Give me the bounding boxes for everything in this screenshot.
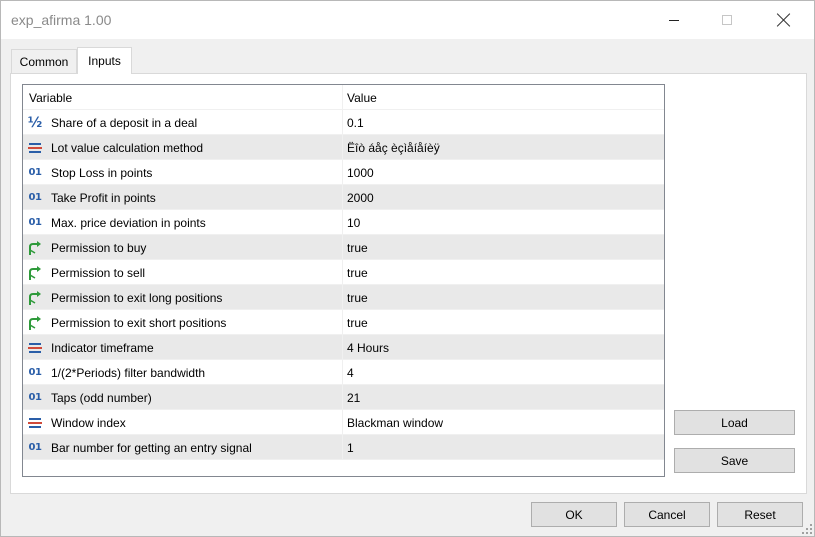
save-button[interactable]: Save	[674, 448, 795, 473]
variable-label: Max. price deviation in points	[51, 215, 206, 230]
load-button[interactable]: Load	[674, 410, 795, 435]
table-row[interactable]: Permission to sell true	[23, 260, 664, 285]
ok-button[interactable]: OK	[531, 502, 617, 527]
variable-cell[interactable]: Permission to exit short positions	[23, 310, 343, 335]
value-cell[interactable]: 4 Hours	[343, 335, 664, 360]
value-cell[interactable]: 2000	[343, 185, 664, 210]
value-cell[interactable]: 1	[343, 435, 664, 460]
value-cell[interactable]: 21	[343, 385, 664, 410]
variable-label: Bar number for getting an entry signal	[51, 440, 252, 455]
variable-cell[interactable]: Lot value calculation method	[23, 135, 343, 160]
table-row[interactable]: Permission to buy true	[23, 235, 664, 260]
inputs-grid: Variable Value ½ Share of a deposit in a …	[22, 84, 665, 477]
table-row[interactable]: Permission to exit long positions true	[23, 285, 664, 310]
integer-icon: 01	[27, 215, 43, 231]
variable-label: Indicator timeframe	[51, 340, 154, 355]
integer-glyph: 01	[28, 392, 42, 403]
variable-cell[interactable]: 01 Stop Loss in points	[23, 160, 343, 185]
table-row[interactable]: 01 1/(2*Periods) filter bandwidth 4	[23, 360, 664, 385]
variable-cell[interactable]: Permission to exit long positions	[23, 285, 343, 310]
value-cell[interactable]: 10	[343, 210, 664, 235]
value-cell[interactable]: Ëîò áåç èçìåíåíèÿ	[343, 135, 664, 160]
tab-common[interactable]: Common	[11, 49, 77, 73]
variable-cell[interactable]: 01 1/(2*Periods) filter bandwidth	[23, 360, 343, 385]
tab-inputs[interactable]: Inputs	[77, 47, 132, 74]
variable-label: Permission to buy	[51, 240, 147, 255]
table-row[interactable]: Lot value calculation method Ëîò áåç èçìå…	[23, 135, 664, 160]
minimize-icon	[669, 19, 679, 21]
variable-cell[interactable]: Window index	[23, 410, 343, 435]
table-row[interactable]: 01 Bar number for getting an entry signal…	[23, 435, 664, 460]
variable-cell[interactable]: 01 Bar number for getting an entry signal	[23, 435, 343, 460]
table-row[interactable]: ½ Share of a deposit in a deal 0.1	[23, 110, 664, 135]
variable-cell[interactable]: Permission to sell	[23, 260, 343, 285]
variable-label: Permission to sell	[51, 265, 146, 280]
table-row[interactable]: Window index Blackman window	[23, 410, 664, 435]
value-cell[interactable]: 4	[343, 360, 664, 385]
table-row[interactable]: Indicator timeframe 4 Hours	[23, 335, 664, 360]
variable-label: Lot value calculation method	[51, 140, 204, 155]
title-bar[interactable]: exp_afirma 1.00	[1, 1, 814, 39]
resize-grip-icon[interactable]	[802, 524, 812, 534]
variable-label: Permission to exit short positions	[51, 315, 227, 330]
value-cell[interactable]: true	[343, 235, 664, 260]
integer-icon: 01	[27, 390, 43, 406]
window-title: exp_afirma 1.00	[11, 12, 112, 28]
enum-list-icon	[27, 340, 43, 356]
variable-label: Share of a deposit in a deal	[51, 115, 198, 130]
cancel-button[interactable]: Cancel	[624, 502, 710, 527]
table-row[interactable]: Permission to exit short positions true	[23, 310, 664, 335]
variable-label: 1/(2*Periods) filter bandwidth	[51, 365, 206, 380]
boolean-arrow-icon	[27, 240, 43, 256]
value-cell[interactable]: 0.1	[343, 110, 664, 135]
minimize-button[interactable]	[651, 1, 697, 39]
boolean-arrow-icon	[27, 265, 43, 281]
integer-glyph: 01	[28, 367, 42, 378]
variable-cell[interactable]: Indicator timeframe	[23, 335, 343, 360]
variable-cell[interactable]: 01 Taps (odd number)	[23, 385, 343, 410]
variable-cell[interactable]: 01 Max. price deviation in points	[23, 210, 343, 235]
table-row[interactable]: 01 Take Profit in points 2000	[23, 185, 664, 210]
column-header-variable[interactable]: Variable	[23, 85, 343, 110]
value-cell[interactable]: true	[343, 310, 664, 335]
integer-icon: 01	[27, 440, 43, 456]
enum-list-icon	[27, 415, 43, 431]
table-row[interactable]: 01 Taps (odd number) 21	[23, 385, 664, 410]
variable-label: Taps (odd number)	[51, 390, 152, 405]
value-cell[interactable]: true	[343, 260, 664, 285]
integer-glyph: 01	[28, 442, 42, 453]
close-icon	[777, 13, 791, 27]
column-header-value[interactable]: Value	[343, 85, 664, 110]
value-cell[interactable]: Blackman window	[343, 410, 664, 435]
maximize-icon	[722, 15, 732, 25]
table-row[interactable]: 01 Stop Loss in points 1000	[23, 160, 664, 185]
integer-icon: 01	[27, 165, 43, 181]
integer-glyph: 01	[28, 167, 42, 178]
variable-label: Take Profit in points	[51, 190, 156, 205]
table-row[interactable]: 01 Max. price deviation in points 10	[23, 210, 664, 235]
integer-icon: 01	[27, 190, 43, 206]
fraction-glyph: ½	[27, 114, 43, 131]
fraction-icon: ½	[27, 115, 43, 131]
dialog-window: exp_afirma 1.00 Common Inputs Variable V…	[0, 0, 815, 537]
grid-header-row: Variable Value	[23, 85, 664, 110]
variable-cell[interactable]: 01 Take Profit in points	[23, 185, 343, 210]
value-cell[interactable]: true	[343, 285, 664, 310]
boolean-arrow-icon	[27, 315, 43, 331]
maximize-button	[704, 1, 750, 39]
reset-button[interactable]: Reset	[717, 502, 803, 527]
variable-label: Stop Loss in points	[51, 165, 153, 180]
integer-glyph: 01	[28, 217, 42, 228]
boolean-arrow-icon	[27, 290, 43, 306]
enum-list-icon	[27, 140, 43, 156]
variable-label: Window index	[51, 415, 126, 430]
integer-icon: 01	[27, 365, 43, 381]
integer-glyph: 01	[28, 192, 42, 203]
close-button[interactable]	[761, 1, 807, 39]
variable-cell[interactable]: Permission to buy	[23, 235, 343, 260]
variable-cell[interactable]: ½ Share of a deposit in a deal	[23, 110, 343, 135]
value-cell[interactable]: 1000	[343, 160, 664, 185]
variable-label: Permission to exit long positions	[51, 290, 223, 305]
